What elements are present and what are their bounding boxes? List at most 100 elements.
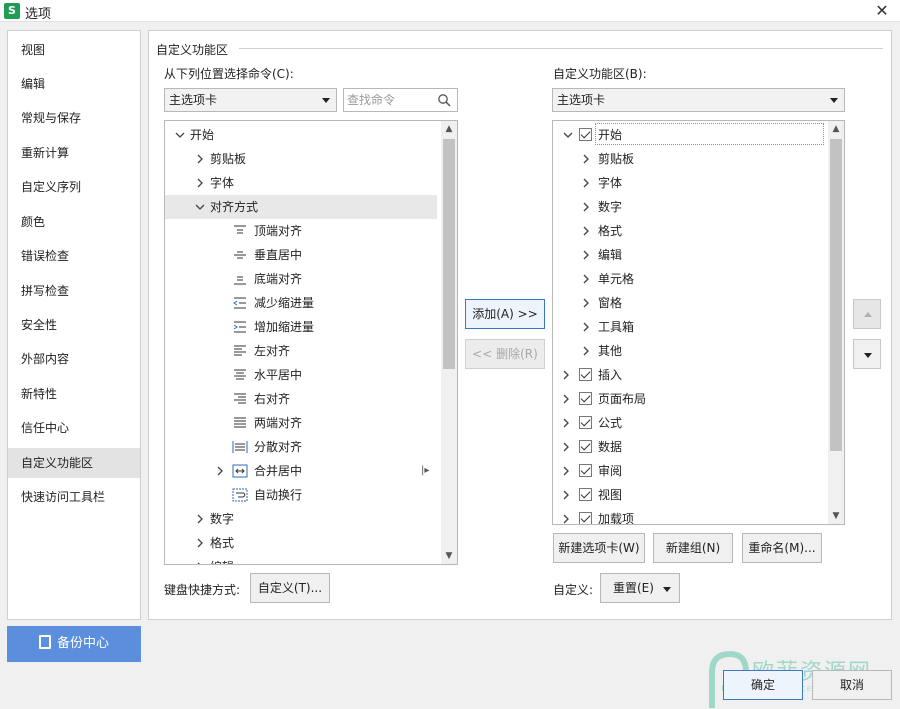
checkbox-checked-icon[interactable] bbox=[579, 128, 592, 141]
add-button[interactable]: 添加(A) >> bbox=[465, 299, 545, 329]
tree-node-home[interactable]: 开始 bbox=[165, 123, 441, 147]
reset-dropdown-button[interactable]: 重置(E) bbox=[600, 573, 680, 603]
ribbon-group-edit[interactable]: 编辑 bbox=[553, 243, 828, 267]
tree-node-font[interactable]: 字体 bbox=[165, 171, 441, 195]
commands-scrollbar[interactable]: ▲ ▼ bbox=[441, 121, 457, 564]
checkbox-checked-icon[interactable] bbox=[579, 392, 592, 405]
search-icon[interactable] bbox=[437, 93, 451, 107]
nav-item-security[interactable]: 安全性 bbox=[8, 310, 140, 340]
ribbon-group-other[interactable]: 其他 bbox=[553, 339, 828, 363]
ribbon-tab-addins[interactable]: 加载项 bbox=[553, 507, 828, 524]
nav-item-view[interactable]: 视图 bbox=[8, 35, 140, 65]
nav-item-trust-center[interactable]: 信任中心 bbox=[8, 413, 140, 443]
tree-cmd-center-align[interactable]: 水平居中 bbox=[165, 363, 441, 387]
tree-node-clipboard[interactable]: 剪贴板 bbox=[165, 147, 441, 171]
chevron-right-icon[interactable] bbox=[559, 387, 573, 411]
ribbon-combo[interactable]: 主选项卡 bbox=[552, 88, 845, 112]
backup-center-button[interactable]: 备份中心 bbox=[7, 626, 141, 662]
chevron-right-icon[interactable] bbox=[559, 483, 573, 507]
tree-cmd-merge-center[interactable]: 合并居中 |▸ bbox=[165, 459, 441, 483]
chevron-right-icon[interactable] bbox=[579, 195, 593, 219]
tree-cmd-left-align[interactable]: 左对齐 bbox=[165, 339, 441, 363]
chevron-right-icon[interactable] bbox=[559, 363, 573, 387]
chevron-right-icon[interactable] bbox=[193, 147, 207, 171]
chevron-right-icon[interactable] bbox=[579, 291, 593, 315]
ribbon-tab-data[interactable]: 数据 bbox=[553, 435, 828, 459]
chevron-down-icon[interactable] bbox=[561, 123, 575, 147]
tree-node-edit[interactable]: 编辑 bbox=[165, 555, 441, 565]
chevron-right-icon[interactable] bbox=[579, 243, 593, 267]
customize-shortcut-button[interactable]: 自定义(T)... bbox=[250, 573, 330, 603]
nav-item-color[interactable]: 颜色 bbox=[8, 207, 140, 237]
scroll-thumb[interactable] bbox=[830, 139, 842, 451]
tree-cmd-bottom-align[interactable]: 底端对齐 bbox=[165, 267, 441, 291]
tree-cmd-right-align[interactable]: 右对齐 bbox=[165, 387, 441, 411]
ribbon-tab-review[interactable]: 审阅 bbox=[553, 459, 828, 483]
ribbon-node-home[interactable]: 开始 bbox=[553, 123, 828, 147]
checkbox-checked-icon[interactable] bbox=[579, 488, 592, 501]
nav-item-recalculate[interactable]: 重新计算 bbox=[8, 138, 140, 168]
chevron-right-icon[interactable] bbox=[579, 219, 593, 243]
tree-cmd-increase-indent[interactable]: 增加缩进量 bbox=[165, 315, 441, 339]
ribbon-scrollbar[interactable]: ▲ ▼ bbox=[828, 121, 844, 524]
scroll-up-icon[interactable]: ▲ bbox=[441, 121, 457, 137]
rename-button[interactable]: 重命名(M)... bbox=[742, 533, 822, 563]
tree-cmd-middle-align[interactable]: 垂直居中 bbox=[165, 243, 441, 267]
ribbon-tab-view[interactable]: 视图 bbox=[553, 483, 828, 507]
ribbon-group-clipboard[interactable]: 剪贴板 bbox=[553, 147, 828, 171]
checkbox-checked-icon[interactable] bbox=[579, 416, 592, 429]
nav-item-quick-access-toolbar[interactable]: 快速访问工具栏 bbox=[8, 482, 140, 512]
chevron-right-icon[interactable] bbox=[579, 315, 593, 339]
scroll-thumb[interactable] bbox=[443, 139, 455, 369]
nav-item-error-check[interactable]: 错误检查 bbox=[8, 241, 140, 271]
chevron-right-icon[interactable] bbox=[213, 459, 227, 483]
chevron-right-icon[interactable] bbox=[579, 267, 593, 291]
nav-item-custom-list[interactable]: 自定义序列 bbox=[8, 172, 140, 202]
ok-button[interactable]: 确定 bbox=[723, 670, 803, 700]
tree-node-format[interactable]: 格式 bbox=[165, 531, 441, 555]
checkbox-checked-icon[interactable] bbox=[579, 368, 592, 381]
move-up-button[interactable] bbox=[853, 299, 881, 329]
chevron-down-icon[interactable] bbox=[173, 123, 187, 147]
chevron-right-icon[interactable] bbox=[193, 171, 207, 195]
close-icon[interactable]: ✕ bbox=[872, 1, 892, 21]
tree-cmd-decrease-indent[interactable]: 减少缩进量 bbox=[165, 291, 441, 315]
tree-node-number[interactable]: 数字 bbox=[165, 507, 441, 531]
chevron-right-icon[interactable] bbox=[193, 555, 207, 565]
tree-cmd-top-align[interactable]: 顶端对齐 bbox=[165, 219, 441, 243]
checkbox-checked-icon[interactable] bbox=[579, 512, 592, 524]
commands-tree[interactable]: 开始 剪贴板 字体 对齐方式 顶端对齐 垂直居中 底端对齐 减少缩进量 增加缩进… bbox=[164, 120, 458, 565]
chevron-right-icon[interactable] bbox=[559, 411, 573, 435]
new-tab-button[interactable]: 新建选项卡(W) bbox=[553, 533, 645, 563]
choose-commands-combo[interactable]: 主选项卡 bbox=[164, 88, 337, 112]
scroll-down-icon[interactable]: ▼ bbox=[828, 508, 844, 524]
new-group-button[interactable]: 新建组(N) bbox=[653, 533, 733, 563]
ribbon-tab-page-layout[interactable]: 页面布局 bbox=[553, 387, 828, 411]
chevron-down-icon[interactable] bbox=[193, 195, 207, 219]
chevron-right-icon[interactable] bbox=[559, 459, 573, 483]
chevron-right-icon[interactable] bbox=[559, 435, 573, 459]
chevron-right-icon[interactable] bbox=[579, 147, 593, 171]
tree-node-alignment[interactable]: 对齐方式 bbox=[165, 195, 437, 219]
chevron-right-icon[interactable] bbox=[579, 171, 593, 195]
ribbon-tab-insert[interactable]: 插入 bbox=[553, 363, 828, 387]
ribbon-group-cells[interactable]: 单元格 bbox=[553, 267, 828, 291]
checkbox-checked-icon[interactable] bbox=[579, 464, 592, 477]
ribbon-group-number[interactable]: 数字 bbox=[553, 195, 828, 219]
remove-button[interactable]: << 删除(R) bbox=[465, 339, 545, 369]
scroll-down-icon[interactable]: ▼ bbox=[441, 548, 457, 564]
ribbon-group-panes[interactable]: 窗格 bbox=[553, 291, 828, 315]
nav-item-new-features[interactable]: 新特性 bbox=[8, 379, 140, 409]
checkbox-checked-icon[interactable] bbox=[579, 440, 592, 453]
ribbon-tab-formulas[interactable]: 公式 bbox=[553, 411, 828, 435]
chevron-right-icon[interactable] bbox=[193, 531, 207, 555]
move-down-button[interactable] bbox=[853, 339, 881, 369]
nav-item-general-save[interactable]: 常规与保存 bbox=[8, 103, 140, 133]
ribbon-group-font[interactable]: 字体 bbox=[553, 171, 828, 195]
ribbon-group-format[interactable]: 格式 bbox=[553, 219, 828, 243]
ribbon-tree[interactable]: 开始 剪贴板 字体 数字 格式 编辑 单元格 窗格 工具箱 其他 插入 页面布局… bbox=[552, 120, 845, 525]
nav-item-customize-ribbon[interactable]: 自定义功能区 bbox=[8, 448, 140, 478]
nav-item-external-content[interactable]: 外部内容 bbox=[8, 344, 140, 374]
nav-item-edit[interactable]: 编辑 bbox=[8, 69, 140, 99]
scroll-up-icon[interactable]: ▲ bbox=[828, 121, 844, 137]
